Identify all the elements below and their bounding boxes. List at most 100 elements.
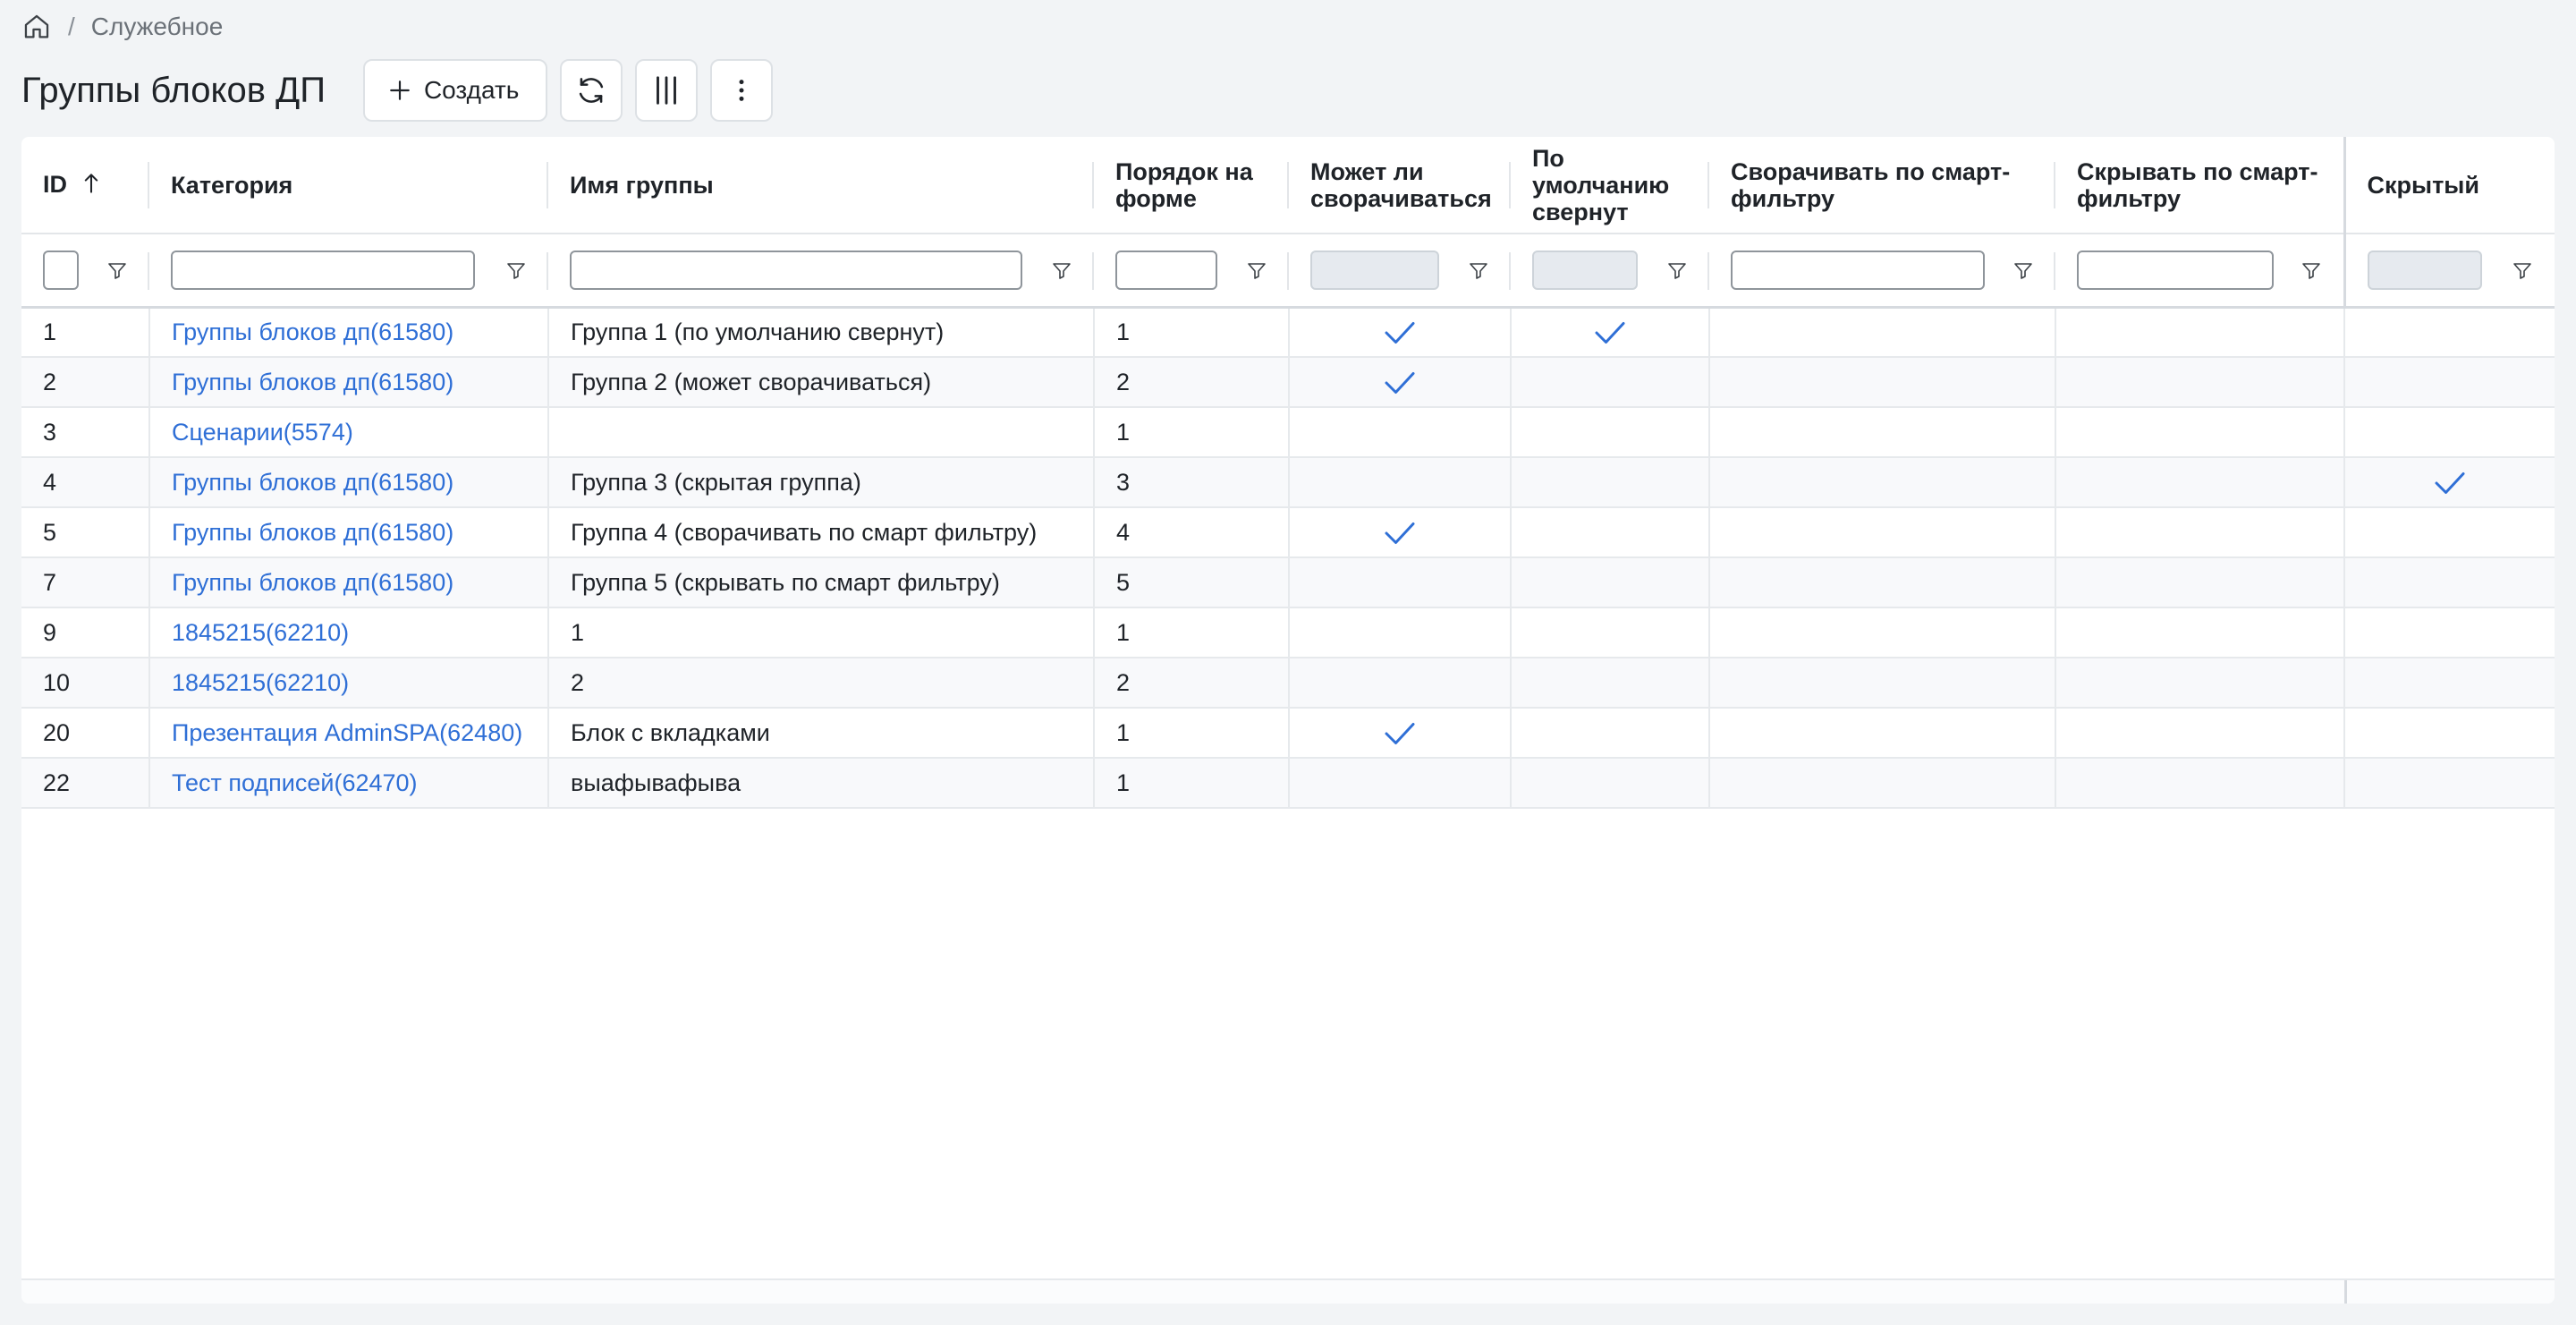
cell-category-link[interactable]: Группы блоков дп(61580) xyxy=(149,507,549,558)
cell-hidden xyxy=(2344,658,2555,709)
plus-icon xyxy=(388,79,411,102)
filter-icon[interactable] xyxy=(2512,259,2533,281)
filter-icon[interactable] xyxy=(1246,259,1267,281)
filter-order-input[interactable] xyxy=(1115,250,1217,290)
cell-hidden xyxy=(2344,708,2555,759)
column-header-collapse-smart[interactable]: Сворачивать по смарт-фильтру xyxy=(1709,137,2055,234)
column-header-category[interactable]: Категория xyxy=(149,137,548,234)
cell-id: 7 xyxy=(21,557,150,608)
filter-name-input[interactable] xyxy=(570,250,1022,290)
columns-icon xyxy=(649,73,683,107)
cell-category-link[interactable]: Презентация AdminSPA(62480) xyxy=(149,708,549,759)
cell-name: Группа 1 (по умолчанию свернут) xyxy=(548,307,1095,358)
cell-order: 2 xyxy=(1094,357,1290,408)
column-header-collapsible[interactable]: Может ли сворачиваться xyxy=(1289,137,1511,234)
cell-name: выафывафыва xyxy=(548,758,1095,809)
table-row[interactable]: 22 Тест подписей(62470) выафывафыва 1 xyxy=(21,758,2555,809)
filter-hide-smart-input[interactable] xyxy=(2077,250,2274,290)
cell-category-link[interactable]: 1845215(62210) xyxy=(149,607,549,658)
cell-category-link[interactable]: Группы блоков дп(61580) xyxy=(149,307,549,358)
breadcrumb-current[interactable]: Служебное xyxy=(91,13,224,41)
check-icon xyxy=(1384,318,1416,344)
filter-icon[interactable] xyxy=(1468,259,1489,281)
cell-collapsible xyxy=(1289,357,1512,408)
table-row[interactable]: 5 Группы блоков дп(61580) Группа 4 (сворач… xyxy=(21,507,2555,558)
cell-order: 1 xyxy=(1094,758,1290,809)
filter-id-select[interactable] xyxy=(43,250,79,290)
cell-hidden xyxy=(2344,357,2555,408)
check-icon xyxy=(1384,718,1416,745)
column-header-id[interactable]: ID xyxy=(21,137,149,234)
cell-category-link[interactable]: 1845215(62210) xyxy=(149,658,549,709)
cell-name: Группа 2 (может сворачиваться) xyxy=(548,357,1095,408)
cell-collapse-smart xyxy=(1709,557,2056,608)
columns-button[interactable] xyxy=(635,59,699,122)
cell-name: 1 xyxy=(548,607,1095,658)
cell-collapsed-default xyxy=(1511,307,1710,358)
column-header-hide-smart[interactable]: Скрывать по смарт-фильтру xyxy=(2055,137,2344,234)
filter-icon[interactable] xyxy=(2301,259,2322,281)
cell-category-link[interactable]: Группы блоков дп(61580) xyxy=(149,457,549,508)
sort-ascending-icon[interactable] xyxy=(83,172,99,199)
cell-id: 1 xyxy=(21,307,150,358)
cell-hidden xyxy=(2344,607,2555,658)
refresh-icon xyxy=(574,73,608,107)
cell-category-link[interactable]: Тест подписей(62470) xyxy=(149,758,549,809)
filter-hidden-select[interactable] xyxy=(2367,250,2482,290)
table-row[interactable]: 3 Сценарии(5574) 1 xyxy=(21,407,2555,458)
cell-collapsed-default xyxy=(1511,457,1710,508)
cell-collapsible xyxy=(1289,457,1512,508)
cell-collapsed-default xyxy=(1511,557,1710,608)
filter-icon[interactable] xyxy=(2012,259,2034,281)
table-row[interactable]: 1 Группы блоков дп(61580) Группа 1 (по умо… xyxy=(21,307,2555,358)
table-row[interactable]: 4 Группы блоков дп(61580) Группа 3 (скрыта… xyxy=(21,457,2555,508)
cell-collapsed-default xyxy=(1511,708,1710,759)
cell-hidden xyxy=(2344,557,2555,608)
cell-order: 1 xyxy=(1094,607,1290,658)
table-row[interactable]: 7 Группы блоков дп(61580) Группа 5 (скрыва… xyxy=(21,557,2555,608)
cell-category-link[interactable]: Группы блоков дп(61580) xyxy=(149,357,549,408)
cell-id: 10 xyxy=(21,658,150,709)
table-row[interactable]: 10 1845215(62210) 2 2 xyxy=(21,658,2555,709)
cell-hide-smart xyxy=(2055,507,2345,558)
column-header-hidden[interactable]: Скрытый xyxy=(2343,137,2555,234)
check-icon xyxy=(1384,518,1416,545)
filter-category-input[interactable] xyxy=(171,250,475,290)
cell-collapse-smart xyxy=(1709,658,2056,709)
cell-category-link[interactable]: Сценарии(5574) xyxy=(149,407,549,458)
create-button-label: Создать xyxy=(423,76,520,104)
cell-category-link[interactable]: Группы блоков дп(61580) xyxy=(149,557,549,608)
filter-collapse-smart-input[interactable] xyxy=(1731,250,1985,290)
check-icon xyxy=(1594,318,1626,344)
data-table: ID Категория Имя группы Порядок на форме… xyxy=(21,137,2555,809)
cell-collapsed-default xyxy=(1511,507,1710,558)
filter-icon[interactable] xyxy=(1051,259,1072,281)
cell-hidden xyxy=(2344,457,2555,508)
table-row[interactable]: 2 Группы блоков дп(61580) Группа 2 (может … xyxy=(21,357,2555,408)
table-row[interactable]: 20 Презентация AdminSPA(62480) Блок с вкла… xyxy=(21,708,2555,759)
more-options-button[interactable] xyxy=(710,59,774,122)
filter-icon[interactable] xyxy=(1666,259,1688,281)
table-row[interactable]: 9 1845215(62210) 1 1 xyxy=(21,607,2555,658)
title-row: Группы блоков ДП Создать xyxy=(21,59,774,122)
cell-name: Группа 3 (скрытая группа) xyxy=(548,457,1095,508)
cell-id: 3 xyxy=(21,407,150,458)
filter-collapsible-select[interactable] xyxy=(1310,250,1439,290)
column-header-collapsed-default[interactable]: По умолчанию свернут xyxy=(1511,137,1709,234)
column-header-name[interactable]: Имя группы xyxy=(548,137,1094,234)
cell-collapse-smart xyxy=(1709,708,2056,759)
cell-collapse-smart xyxy=(1709,407,2056,458)
cell-order: 1 xyxy=(1094,307,1290,358)
filter-collapsed-default-select[interactable] xyxy=(1532,250,1638,290)
cell-order: 4 xyxy=(1094,507,1290,558)
data-grid: ID Категория Имя группы Порядок на форме… xyxy=(21,137,2555,1304)
table-body: 1 Группы блоков дп(61580) Группа 1 (по умо… xyxy=(21,307,2555,809)
refresh-button[interactable] xyxy=(560,59,623,122)
column-header-order[interactable]: Порядок на форме xyxy=(1094,137,1289,234)
filter-icon[interactable] xyxy=(106,259,128,281)
cell-collapsible xyxy=(1289,658,1512,709)
home-icon[interactable] xyxy=(21,12,52,42)
horizontal-scrollbar[interactable] xyxy=(21,1278,2555,1304)
create-button[interactable]: Создать xyxy=(362,59,548,122)
filter-icon[interactable] xyxy=(505,259,527,281)
